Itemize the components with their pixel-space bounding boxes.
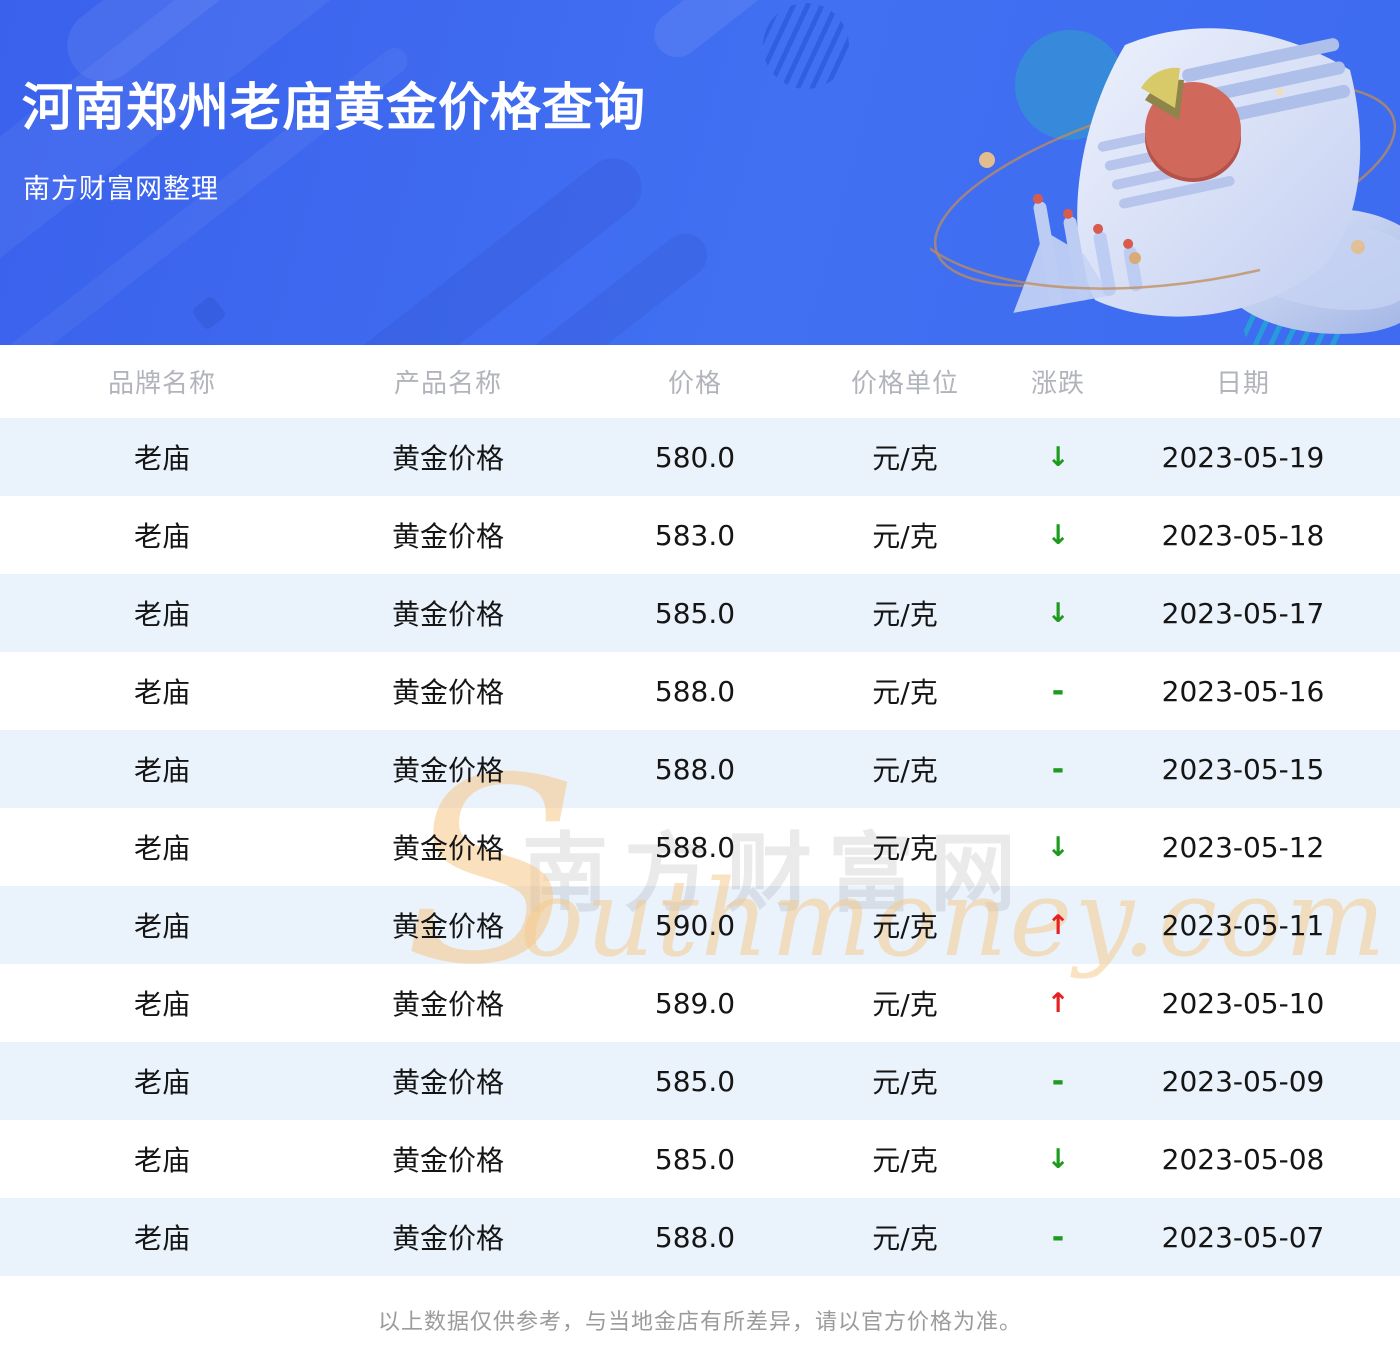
cell-date: 2023-05-19 <box>1161 440 1325 474</box>
cell-unit: 元/克 <box>872 754 938 787</box>
cell-brand: 老庙 <box>133 832 190 865</box>
change-indicator: ↓ <box>1046 519 1070 551</box>
table-row: 老庙 黄金价格 583.0 元/克 ↓ 2023-05-18 <box>0 496 1400 574</box>
cell-date: 2023-05-09 <box>1161 1064 1325 1098</box>
change-indicator: - <box>1051 1219 1065 1255</box>
report-illustration <box>930 28 1400 334</box>
change-indicator: - <box>1051 673 1065 709</box>
cell-price: 585.0 <box>654 1142 736 1176</box>
change-indicator: - <box>1051 1063 1065 1099</box>
change-indicator: ↑ <box>1046 987 1070 1019</box>
cell-date: 2023-05-07 <box>1161 1220 1325 1254</box>
col-header-change: 涨跌 <box>1030 369 1085 399</box>
cell-product: 黄金价格 <box>391 832 504 865</box>
cell-price: 589.0 <box>654 986 736 1020</box>
cell-product: 黄金价格 <box>391 520 504 553</box>
cell-brand: 老庙 <box>133 988 190 1021</box>
cell-product: 黄金价格 <box>391 442 504 475</box>
stripe-decoration <box>0 0 391 299</box>
change-indicator: ↓ <box>1046 597 1070 629</box>
disclaimer-text: 以上数据仅供参考，与当地金店有所差异，请以官方价格为准。 <box>377 1309 1022 1335</box>
table-row: 老庙 黄金价格 588.0 元/克 - 2023-05-15 <box>0 730 1400 808</box>
striped-circle-decoration <box>763 3 849 89</box>
page-title: 河南郑州老庙黄金价格查询 <box>22 79 647 138</box>
cell-unit: 元/克 <box>872 988 938 1021</box>
cell-brand: 老庙 <box>133 520 190 553</box>
banner: 河南郑州老庙黄金价格查询 南方财富网整理 <box>0 0 1400 345</box>
cell-price: 588.0 <box>654 752 736 786</box>
price-table: 品牌名称 产品名称 价格 价格单位 涨跌 日期 老庙 黄金价格 580.0 元/… <box>0 345 1400 1276</box>
cell-price: 588.0 <box>654 830 736 864</box>
cell-unit: 元/克 <box>872 832 938 865</box>
cell-product: 黄金价格 <box>391 1144 504 1177</box>
table-row: 老庙 黄金价格 585.0 元/克 ↓ 2023-05-17 <box>0 574 1400 652</box>
cell-product: 黄金价格 <box>391 988 504 1021</box>
cell-date: 2023-05-18 <box>1161 518 1325 552</box>
page-footer: 以上数据仅供参考，与当地金店有所差异，请以官方价格为准。 <box>0 1276 1400 1363</box>
cell-price: 590.0 <box>654 908 736 942</box>
square-decoration <box>190 294 228 332</box>
cell-brand: 老庙 <box>133 442 190 475</box>
change-indicator: ↓ <box>1046 1143 1070 1175</box>
cell-unit: 元/克 <box>872 676 938 709</box>
cell-product: 黄金价格 <box>391 1066 504 1099</box>
table-row: 老庙 黄金价格 589.0 元/克 ↑ 2023-05-10 <box>0 964 1400 1042</box>
cell-price: 583.0 <box>654 518 736 552</box>
cell-brand: 老庙 <box>133 1222 190 1255</box>
col-header-date: 日期 <box>1215 369 1270 399</box>
cell-date: 2023-05-11 <box>1161 908 1325 942</box>
page-subtitle: 南方财富网整理 <box>23 174 219 205</box>
col-header-product: 产品名称 <box>393 369 502 399</box>
cell-date: 2023-05-15 <box>1161 752 1325 786</box>
table-row: 老庙 黄金价格 585.0 元/克 ↓ 2023-05-08 <box>0 1120 1400 1198</box>
cell-date: 2023-05-16 <box>1161 674 1325 708</box>
cell-price: 588.0 <box>654 674 736 708</box>
table-row: 老庙 黄金价格 585.0 元/克 - 2023-05-09 <box>0 1042 1400 1120</box>
cell-unit: 元/克 <box>872 1066 938 1099</box>
col-header-unit: 价格单位 <box>850 369 959 399</box>
table-body: 老庙 黄金价格 580.0 元/克 ↓ 2023-05-19 老庙 黄金价格 5… <box>0 418 1400 1276</box>
cell-price: 588.0 <box>654 1220 736 1254</box>
table-row: 老庙 黄金价格 588.0 元/克 - 2023-05-07 <box>0 1198 1400 1276</box>
change-indicator: ↑ <box>1046 909 1070 941</box>
cell-product: 黄金价格 <box>391 754 504 787</box>
change-indicator: - <box>1051 751 1065 787</box>
cell-unit: 元/克 <box>872 598 938 631</box>
cell-unit: 元/克 <box>872 1222 938 1255</box>
cell-date: 2023-05-08 <box>1161 1142 1325 1176</box>
table-header-row: 品牌名称 产品名称 价格 价格单位 涨跌 日期 <box>0 345 1400 418</box>
cell-brand: 老庙 <box>133 910 190 943</box>
table-row: 老庙 黄金价格 588.0 元/克 - 2023-05-16 <box>0 652 1400 730</box>
cell-unit: 元/克 <box>872 1144 938 1177</box>
cell-brand: 老庙 <box>133 1066 190 1099</box>
cell-product: 黄金价格 <box>391 598 504 631</box>
table-row: 老庙 黄金价格 588.0 元/克 ↓ 2023-05-12 <box>0 808 1400 886</box>
cell-unit: 元/克 <box>872 910 938 943</box>
page: 河南郑州老庙黄金价格查询 南方财富网整理 品牌名称 产品名称 价格 价格单位 涨… <box>0 0 1400 1363</box>
cell-brand: 老庙 <box>133 1144 190 1177</box>
cell-unit: 元/克 <box>872 520 938 553</box>
change-indicator: ↓ <box>1046 441 1070 473</box>
change-indicator: ↓ <box>1046 831 1070 863</box>
cell-date: 2023-05-10 <box>1161 986 1325 1020</box>
cell-date: 2023-05-12 <box>1161 830 1325 864</box>
cell-date: 2023-05-17 <box>1161 596 1325 630</box>
cell-price: 585.0 <box>654 596 736 630</box>
cell-product: 黄金价格 <box>391 676 504 709</box>
cell-price: 585.0 <box>654 1064 736 1098</box>
table-row: 老庙 黄金价格 590.0 元/克 ↑ 2023-05-11 <box>0 886 1400 964</box>
table-row: 老庙 黄金价格 580.0 元/克 ↓ 2023-05-19 <box>0 418 1400 496</box>
cell-product: 黄金价格 <box>391 1222 504 1255</box>
cell-brand: 老庙 <box>133 598 190 631</box>
col-header-price: 价格 <box>667 369 722 399</box>
cell-brand: 老庙 <box>133 676 190 709</box>
cell-unit: 元/克 <box>872 442 938 475</box>
cell-product: 黄金价格 <box>391 910 504 943</box>
col-header-brand: 品牌名称 <box>107 369 216 399</box>
cell-brand: 老庙 <box>133 754 190 787</box>
cell-price: 580.0 <box>654 440 736 474</box>
